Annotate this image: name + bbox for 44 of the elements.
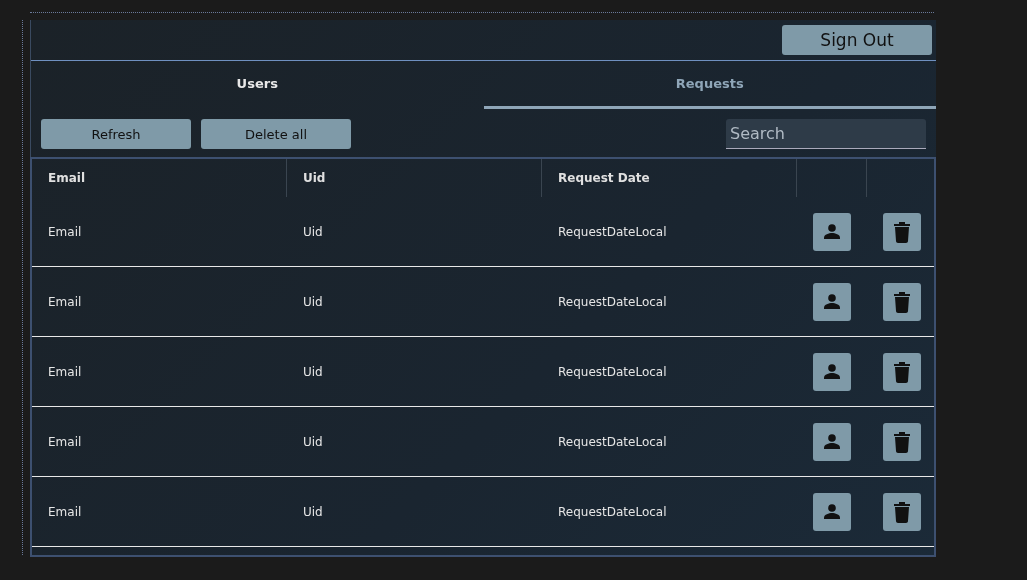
column-header[interactable]: Email [32,171,86,185]
person-icon [822,361,842,382]
delete-button[interactable] [883,422,921,461]
trash-icon [893,220,911,243]
table-cell-text: RequestDateLocal [557,434,668,449]
delete-button[interactable] [883,212,921,251]
table-cell-text: RequestDateLocal [557,294,668,309]
table-cell-text: Email [47,224,83,239]
person-icon [822,221,842,242]
delete-button[interactable] [883,352,921,391]
delete-button[interactable] [883,492,921,531]
user-button[interactable] [813,422,851,461]
tab[interactable]: Requests [483,61,936,109]
trash-icon [893,360,911,383]
column-header[interactable]: Request Date [542,171,650,185]
tab[interactable]: Users [31,61,484,109]
trash-icon [893,290,911,313]
search-field[interactable]: Search [726,119,926,149]
person-icon [822,431,842,452]
delete-all-button[interactable]: Delete all [201,119,351,149]
table-cell-text: Email [47,504,83,519]
table-cell-text: Uid [302,364,324,379]
table-cell-text: Uid [302,504,324,519]
table-cell-text: Email [47,364,83,379]
trash-icon [893,430,911,453]
table-cell-text: RequestDateLocal [557,504,668,519]
sign-out-button[interactable]: Sign Out [782,25,932,55]
table-cell-text: Email [47,294,83,309]
user-button[interactable] [813,212,851,251]
delete-button[interactable] [883,282,921,321]
table-cell-text: RequestDateLocal [557,224,668,239]
table-cell-text: Email [47,434,83,449]
user-button[interactable] [813,282,851,321]
person-icon [822,501,842,522]
table-cell-text: Uid [302,294,324,309]
user-button[interactable] [813,352,851,391]
table-cell-text: Uid [302,434,324,449]
trash-icon [893,500,911,523]
column-header[interactable]: Uid [287,171,326,185]
table-cell-text: RequestDateLocal [557,364,668,379]
user-button[interactable] [813,492,851,531]
person-icon [822,291,842,312]
refresh-button[interactable]: Refresh [41,119,191,149]
table-cell-text: Uid [302,224,324,239]
